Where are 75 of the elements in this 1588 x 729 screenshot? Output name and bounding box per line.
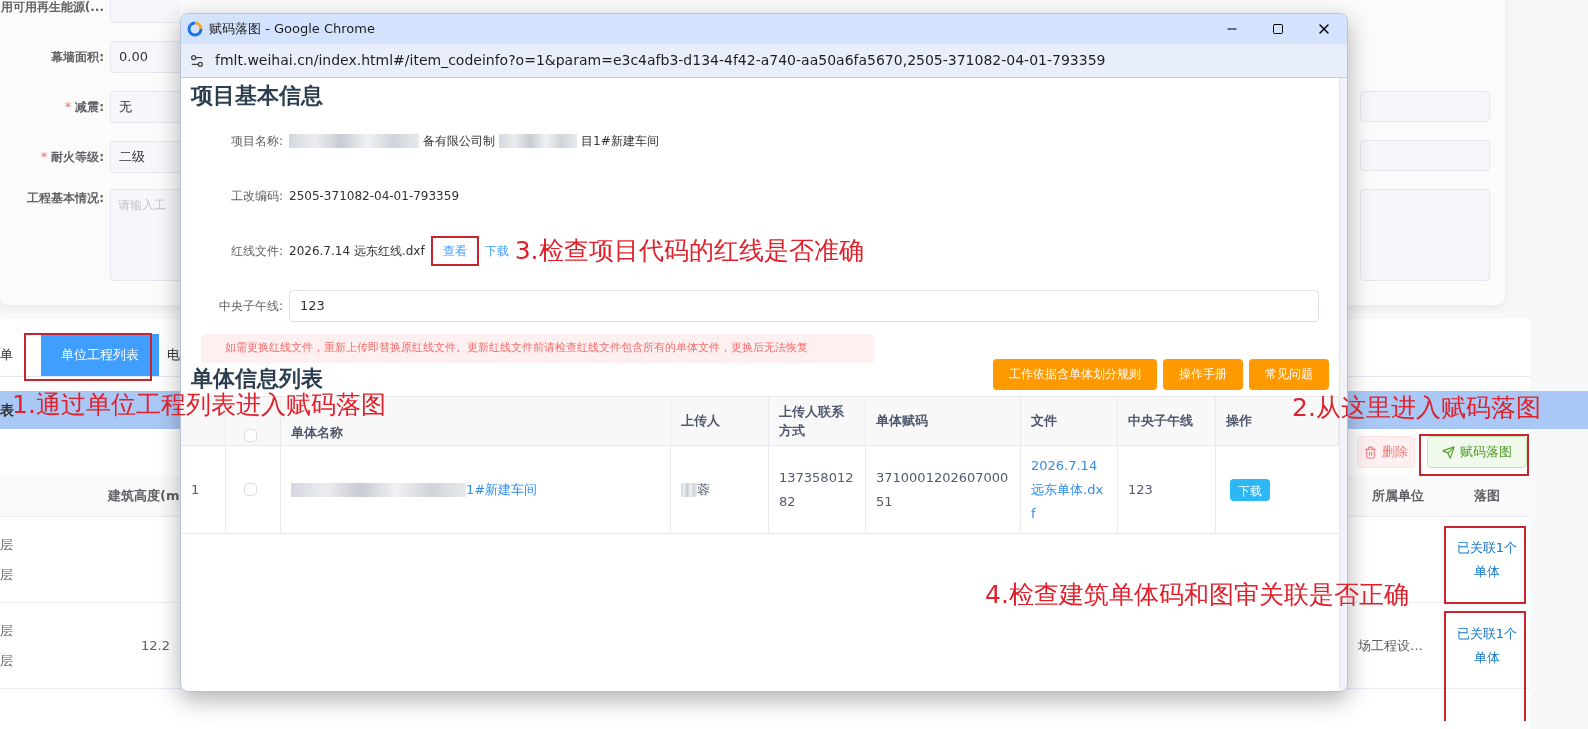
input-field[interactable]	[1360, 140, 1490, 171]
tab[interactable]: 电	[167, 334, 180, 376]
file-name: 2026.7.14 远东红线.dxf	[289, 242, 425, 260]
field-label: 工程基本情况:	[27, 190, 104, 207]
tab[interactable]: 单位工程列表	[41, 334, 159, 376]
info-value: 2505-371082-04-01-793359	[289, 187, 459, 205]
required-mark: *	[64, 98, 72, 117]
table-cell-text: 13735801282	[779, 468, 855, 511]
input-field[interactable]: 无	[110, 91, 180, 123]
required-mark: *	[40, 148, 48, 167]
table-cell-text: 层	[0, 565, 14, 584]
section-heading: 单体信息列表	[191, 365, 323, 392]
paper-plane-icon	[1442, 445, 1455, 459]
input-field[interactable]	[1360, 91, 1490, 122]
link-cell[interactable]: 已关联1个单体	[1453, 535, 1521, 584]
section-title: 表	[0, 400, 14, 420]
column-header: 上传人	[681, 412, 720, 431]
warning-alert: 如需更换红线文件，重新上传即替换原红线文件。更新红线文件前请检查红线文件包含所有的单体文件，更换后无法恢复	[201, 334, 874, 363]
info-value: 目1#新建车间	[581, 132, 659, 150]
file-link[interactable]: 下载	[484, 241, 509, 260]
info-label: 中央子午线:	[217, 297, 283, 315]
trash-icon	[1364, 445, 1377, 459]
section-heading: 项目基本信息	[191, 82, 324, 110]
table-cell-text: 层	[0, 651, 14, 670]
info-value: 备有限公司制	[423, 132, 495, 150]
column-header: 单体赋码	[876, 412, 928, 431]
text-area[interactable]	[1360, 189, 1490, 281]
table-cell-text: 场工程设…	[1357, 636, 1424, 655]
redacted-text	[681, 482, 697, 497]
input-field[interactable]: 123	[289, 289, 1319, 322]
checkbox[interactable]	[244, 429, 257, 442]
table-cell-text: 12.2	[140, 636, 170, 655]
name-link[interactable]: 1#新建车间	[466, 477, 538, 502]
column-header: 建筑高度(m	[108, 486, 180, 505]
link-cell[interactable]: 已关联1个单体	[1453, 621, 1521, 670]
field-label: 减震:	[75, 99, 104, 116]
file-link[interactable]: 查看	[442, 243, 467, 258]
input-field[interactable]: 0.00	[110, 41, 180, 73]
help-button[interactable]: 操作手册	[1163, 358, 1243, 390]
table-cell-text: 层	[0, 536, 14, 554]
annotation-text: 3.检查项目代码的红线是否准确	[514, 234, 864, 267]
loading-logo-icon	[187, 21, 203, 37]
column-header: 文件	[1031, 412, 1057, 431]
url-text[interactable]: fmlt.weihai.cn/index.html#/item_codeinfo?o=1&param=e3c4afb3-d134-4f42-a740-aa50a6fa5670,2505-371082-04-01-793359	[215, 50, 1106, 71]
column-header: 中央子午线	[1128, 412, 1193, 431]
tab[interactable]: 单	[0, 334, 13, 376]
help-button[interactable]: 常见问题	[1249, 358, 1329, 390]
annotation-text: 4.检查建筑单体码和图审关联是否正确	[985, 580, 1409, 610]
info-label: 项目名称:	[229, 132, 283, 150]
window-title: 赋码落图 - Google Chrome	[209, 20, 375, 39]
column-header: 上传人联系方式	[779, 402, 845, 440]
field-label: 幕墙面积:	[51, 49, 104, 66]
field-label: 用可用再生能源(...	[0, 0, 104, 16]
column-header: 单体名称	[291, 423, 343, 442]
input-field[interactable]	[110, 0, 180, 23]
column-header: 落图	[1473, 486, 1501, 505]
column-header: 所属单位	[1371, 486, 1425, 505]
input-field[interactable]: 二级	[110, 141, 180, 173]
table-cell-text: 1	[191, 480, 200, 499]
file-link[interactable]: 2026.7.14 远东单体.dxf	[1031, 453, 1107, 526]
field-label: 耐火等级:	[51, 149, 104, 166]
checkbox[interactable]	[244, 483, 257, 496]
site-settings-icon[interactable]	[189, 52, 205, 69]
map-button[interactable]: 赋码落图	[1427, 436, 1527, 468]
column-header: 操作	[1226, 412, 1252, 431]
table-cell-text: 371000120260700051	[876, 468, 1010, 511]
table-cell-text: 123	[1128, 480, 1153, 499]
table-cell-text: 层	[0, 622, 14, 640]
maximize-icon	[1272, 23, 1284, 35]
download-button[interactable]: 下载	[1230, 478, 1270, 501]
info-label: 红线文件:	[229, 242, 283, 260]
table-cell-text: 蓉	[697, 480, 710, 499]
help-button[interactable]: 工作依据含单体划分规则	[993, 358, 1157, 390]
info-label: 工改编码:	[229, 187, 283, 205]
annotation-text: 2.从这里进入赋码落图	[1292, 393, 1541, 423]
